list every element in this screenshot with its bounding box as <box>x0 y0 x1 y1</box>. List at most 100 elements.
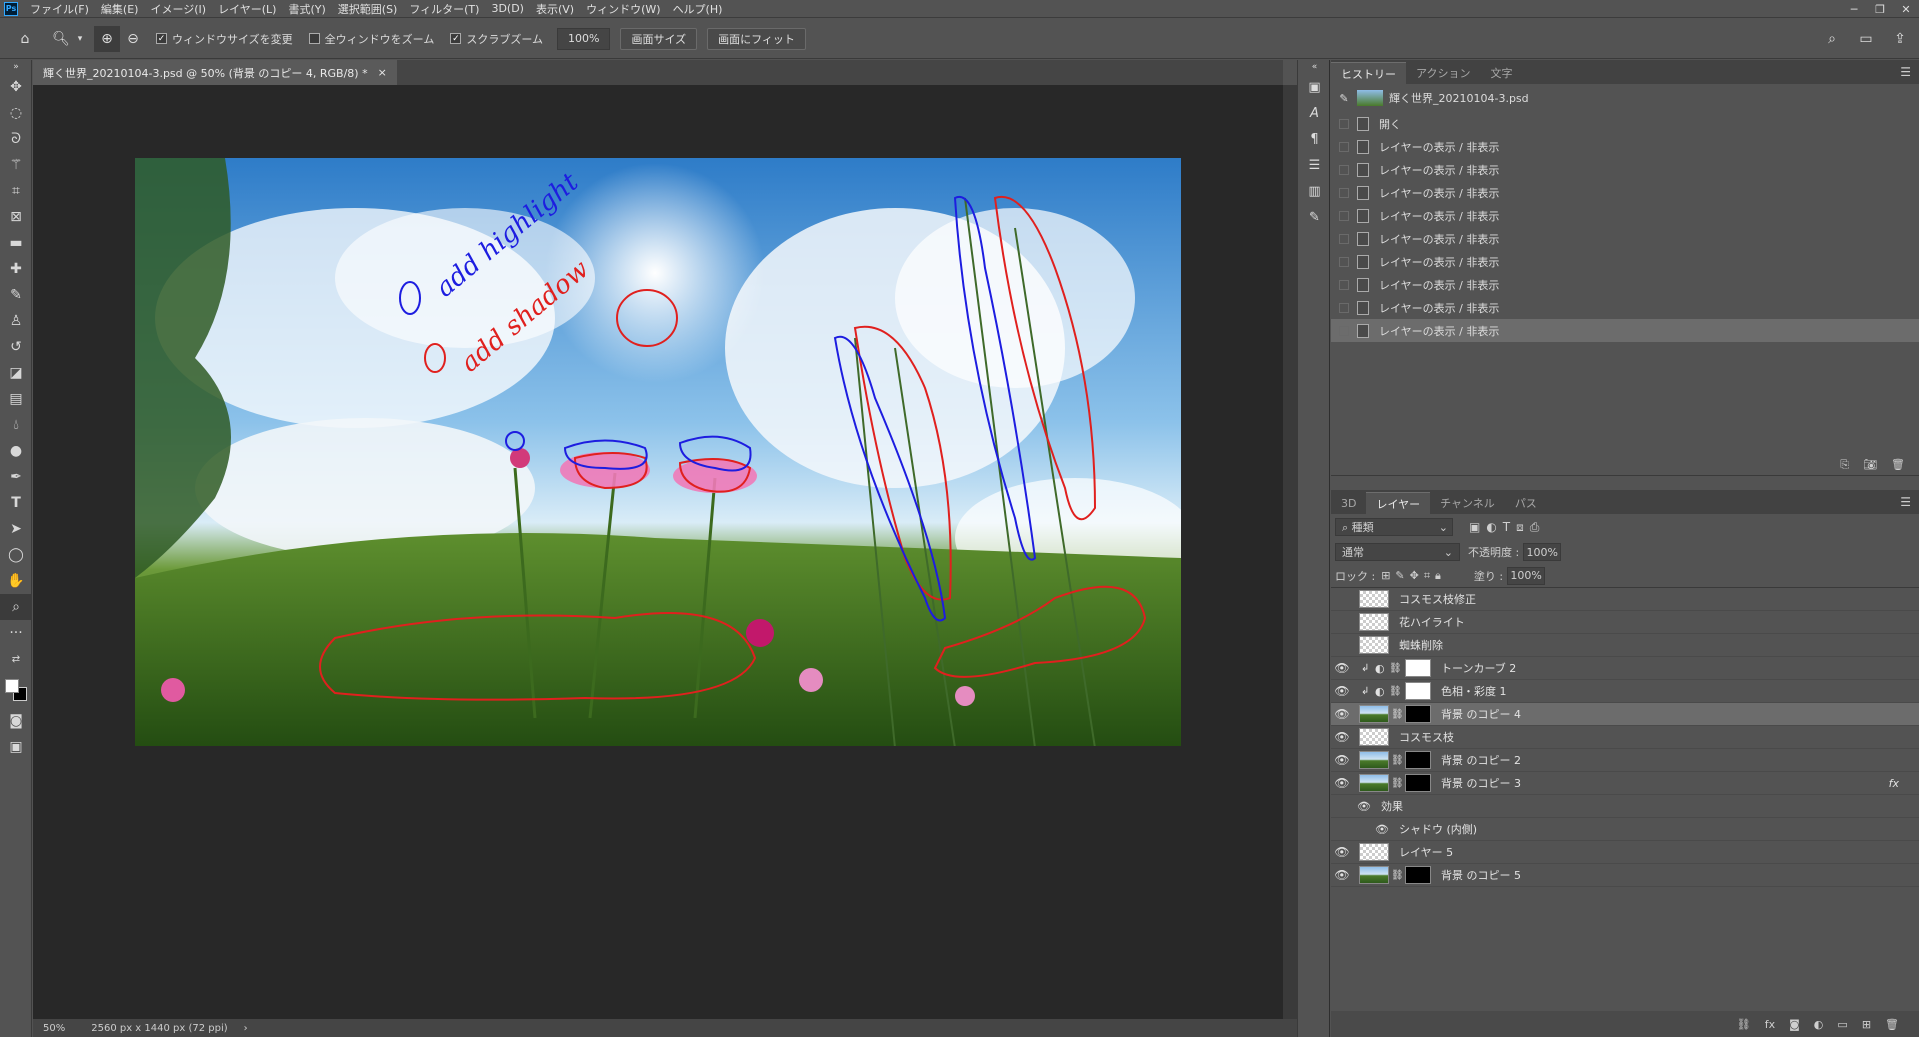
visibility-eye-icon[interactable]: 👁︎ <box>1331 592 1353 606</box>
layer-row[interactable]: 👁︎ ⛓ 背景 のコピー 5 <box>1331 864 1919 887</box>
ruler-tool-icon[interactable]: ▬ <box>0 230 32 256</box>
history-item[interactable]: レイヤーの表示 / 非表示 <box>1331 204 1919 227</box>
menu-layer[interactable]: レイヤー(L) <box>212 1 282 17</box>
effect-eye-icon[interactable]: 👁︎ <box>1331 800 1371 813</box>
layer-row[interactable]: 👁︎ ⛓ 背景 のコピー 4 <box>1331 703 1919 726</box>
tab-3d[interactable]: 3D <box>1331 492 1366 514</box>
dodge-tool-icon[interactable]: ● <box>0 438 32 464</box>
history-item[interactable]: レイヤーの表示 / 非表示 <box>1331 158 1919 181</box>
pen-tool-icon[interactable]: ✒ <box>0 464 32 490</box>
path-selection-icon[interactable]: ➤ <box>0 516 32 542</box>
visibility-eye-icon[interactable]: 👁︎ <box>1331 845 1353 859</box>
menu-type[interactable]: 書式(Y) <box>282 1 331 17</box>
history-source-box[interactable] <box>1339 325 1349 336</box>
screen-mode-icon[interactable]: ▣ <box>0 734 32 760</box>
color-swatches[interactable] <box>0 672 32 708</box>
fit-screen-button[interactable]: 画面にフィット <box>707 27 806 50</box>
panel-menu-icon[interactable]: ☰ <box>1900 65 1911 79</box>
layer-row[interactable]: 👁︎ ⛓ 背景 のコピー 2 <box>1331 749 1919 772</box>
fill-field[interactable]: 100% <box>1507 566 1546 585</box>
close-icon[interactable]: ✕ <box>1893 0 1919 18</box>
tab-layers[interactable]: レイヤー <box>1366 492 1431 514</box>
history-source-box[interactable] <box>1339 302 1349 313</box>
scrubby-zoom-checkbox[interactable]: ✓ スクラブズーム <box>450 31 543 47</box>
zoom-percent-field[interactable]: 100% <box>557 27 611 50</box>
workspace-icon[interactable]: ▭ <box>1853 26 1879 52</box>
hand-tool-icon[interactable]: ✋ <box>0 568 32 594</box>
history-item[interactable]: レイヤーの表示 / 非表示 <box>1331 319 1919 342</box>
share-icon[interactable]: ⇪ <box>1887 26 1913 52</box>
menu-filter[interactable]: フィルター(T) <box>403 1 485 17</box>
history-source-box[interactable] <box>1339 279 1349 290</box>
history-item[interactable]: レイヤーの表示 / 非表示 <box>1331 296 1919 319</box>
menu-file[interactable]: ファイル(F) <box>24 1 95 17</box>
menu-view[interactable]: 表示(V) <box>530 1 580 17</box>
clone-stamp-icon[interactable]: ♙ <box>0 308 32 334</box>
visibility-eye-icon[interactable]: 👁︎ <box>1331 615 1353 629</box>
vertical-scrollbar[interactable] <box>1283 85 1297 1019</box>
lock-icons[interactable]: ⊞✎✥⌗🔒︎ <box>1381 569 1446 583</box>
healing-brush-icon[interactable]: ✚ <box>0 256 32 282</box>
snapshot-camera-icon[interactable]: 📷︎ <box>1863 458 1877 471</box>
crop-tool-icon[interactable]: ⌗ <box>0 178 32 204</box>
history-source-box[interactable] <box>1339 233 1349 244</box>
visibility-eye-icon[interactable]: 👁︎ <box>1331 661 1353 675</box>
effect-item-row[interactable]: 👁︎ シャドウ (内側) <box>1331 818 1919 841</box>
layer-row[interactable]: 👁︎ ↲ ◐ ⛓ 色相・彩度 1 <box>1331 680 1919 703</box>
tab-channels[interactable]: チャンネル <box>1430 492 1505 514</box>
history-source-box[interactable] <box>1339 256 1349 267</box>
artwork-canvas[interactable]: add shadow add highlight <box>135 158 1181 746</box>
history-panel-icon[interactable]: ▣ <box>1298 74 1331 100</box>
tab-paths[interactable]: パス <box>1505 492 1547 514</box>
menu-image[interactable]: イメージ(I) <box>144 1 212 17</box>
close-tab-icon[interactable]: × <box>378 66 387 79</box>
restore-icon[interactable]: ❐ <box>1867 0 1893 18</box>
swap-colors-icon[interactable]: ⇄ <box>0 646 32 672</box>
layer-row[interactable]: 👁︎ ⛓ 背景 のコピー 3 fx <box>1331 772 1919 795</box>
layer-row[interactable]: 👁︎ レイヤー 5 <box>1331 841 1919 864</box>
trash-icon[interactable]: 🗑︎ <box>1891 458 1905 471</box>
search-icon[interactable]: ⌕ <box>1819 26 1845 52</box>
minimize-icon[interactable]: ─ <box>1841 0 1867 18</box>
history-brush-icon[interactable]: ↺ <box>0 334 32 360</box>
zoom-all-windows-checkbox[interactable]: 全ウィンドウをズーム <box>308 31 434 47</box>
history-item[interactable]: レイヤーの表示 / 非表示 <box>1331 227 1919 250</box>
menu-select[interactable]: 選択範囲(S) <box>332 1 404 17</box>
layer-mask-thumbnail[interactable] <box>1405 774 1431 792</box>
history-item[interactable]: レイヤーの表示 / 非表示 <box>1331 181 1919 204</box>
character-panel-icon[interactable]: A <box>1298 100 1331 126</box>
expand-panels-icon[interactable]: « <box>1298 60 1331 74</box>
foreground-color-swatch[interactable] <box>5 679 19 693</box>
visibility-eye-icon[interactable]: 👁︎ <box>1331 753 1353 767</box>
add-mask-icon[interactable]: ◙ <box>1789 1018 1800 1031</box>
adjustment-layer-icon[interactable]: ◐ <box>1814 1018 1824 1031</box>
properties-panel-icon[interactable]: ☰ <box>1298 152 1331 178</box>
history-item[interactable]: レイヤーの表示 / 非表示 <box>1331 273 1919 296</box>
new-group-icon[interactable]: ▭ <box>1837 1018 1847 1031</box>
zoom-out-icon[interactable]: ⊖ <box>120 26 146 52</box>
layer-row[interactable]: 👁︎ コスモス枝修正 <box>1331 588 1919 611</box>
resize-windows-checkbox[interactable]: ✓ ウィンドウサイズを変更 <box>156 31 293 47</box>
layer-row[interactable]: 👁︎ 花ハイライト <box>1331 611 1919 634</box>
menu-3d[interactable]: 3D(D) <box>485 2 530 15</box>
ellipse-tool-icon[interactable]: ◯ <box>0 542 32 568</box>
history-item[interactable]: 開く <box>1331 112 1919 135</box>
layer-mask-thumbnail[interactable] <box>1405 751 1431 769</box>
layer-mask-thumbnail[interactable] <box>1405 866 1431 884</box>
menu-edit[interactable]: 編集(E) <box>95 1 145 17</box>
move-tool-icon[interactable]: ✥ <box>0 74 32 100</box>
history-source-box[interactable] <box>1339 141 1349 152</box>
eraser-tool-icon[interactable]: ◪ <box>0 360 32 386</box>
brush-settings-icon[interactable]: ✎ <box>1298 204 1331 230</box>
zoom-tool-icon[interactable]: ⌕ <box>0 594 32 620</box>
history-brush-source-icon[interactable]: ✎ <box>1331 92 1357 105</box>
zoom-in-icon[interactable]: ⊕ <box>94 25 120 52</box>
panel-menu-icon[interactable]: ☰ <box>1900 495 1911 509</box>
menu-window[interactable]: ウィンドウ(W) <box>580 1 666 17</box>
visibility-eye-icon[interactable]: 👁︎ <box>1331 638 1353 652</box>
fx-badge[interactable]: fx <box>1889 777 1899 790</box>
zoom-level[interactable]: 50% <box>43 1023 65 1034</box>
fx-icon[interactable]: fx <box>1765 1018 1775 1031</box>
layer-row[interactable]: 👁︎ ↲ ◐ ⛓ トーンカーブ 2 <box>1331 657 1919 680</box>
tab-character[interactable]: 文字 <box>1480 62 1522 84</box>
